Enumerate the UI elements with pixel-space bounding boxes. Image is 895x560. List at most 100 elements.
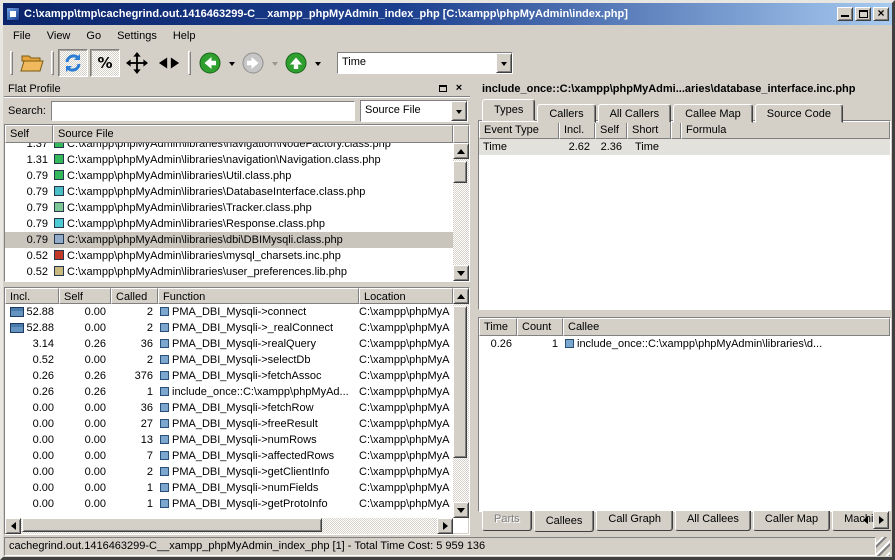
function-row[interactable]: 0.00 0.00 27 PMA_DBI_Mysqli->freeResult … xyxy=(5,416,453,432)
close-button[interactable]: × xyxy=(873,7,889,21)
function-row[interactable]: 52.88 0.00 2 PMA_DBI_Mysqli->connect C:\… xyxy=(5,304,453,320)
function-row[interactable]: 0.00 0.00 36 PMA_DBI_Mysqli->fetchRow C:… xyxy=(5,400,453,416)
scroll-down-button[interactable] xyxy=(453,265,469,281)
file-list-row[interactable]: 1.31 C:\xampp\phpMyAdmin\libraries\navig… xyxy=(5,152,453,168)
dock-float-button[interactable] xyxy=(436,82,450,95)
up-button[interactable] xyxy=(281,49,311,77)
vertical-splitter[interactable] xyxy=(471,79,478,535)
toolbar-handle[interactable] xyxy=(51,51,54,75)
column-header-short[interactable]: Short xyxy=(627,121,671,139)
column-header-formula[interactable]: Formula xyxy=(681,121,890,139)
scroll-left-button[interactable] xyxy=(5,518,21,534)
tab[interactable]: All Callees xyxy=(675,511,751,531)
menu-item[interactable]: Help xyxy=(165,27,204,45)
function-table-hscrollbar[interactable] xyxy=(5,518,453,534)
scrollbar-thumb[interactable] xyxy=(22,518,322,532)
column-header-callee[interactable]: Callee xyxy=(563,318,890,336)
file-list-row[interactable]: 0.79 C:\xampp\phpMyAdmin\libraries\Datab… xyxy=(5,184,453,200)
scrollbar-thumb[interactable] xyxy=(453,161,467,183)
file-list-row[interactable]: 1.37 C:\xampp\phpMyAdmin\libraries\navig… xyxy=(5,143,453,152)
event-type-dropdown-button[interactable] xyxy=(496,53,512,73)
tab[interactable]: All Callers xyxy=(598,104,672,123)
tab[interactable]: Call Graph xyxy=(596,511,673,531)
scroll-down-button[interactable] xyxy=(453,502,469,518)
tab[interactable]: Callers xyxy=(537,104,595,123)
dock-title: Flat Profile xyxy=(8,83,434,95)
function-row[interactable]: 0.00 0.00 1 PMA_DBI_Mysqli->numFields C:… xyxy=(5,480,453,496)
tab[interactable]: Caller Map xyxy=(753,511,830,531)
resize-grip[interactable] xyxy=(876,537,890,556)
column-header-self[interactable]: Self xyxy=(595,121,627,139)
function-row[interactable]: 0.00 0.00 1 PMA_DBI_Mysqli->getProtoInfo… xyxy=(5,496,453,512)
file-list-row[interactable]: 0.79 C:\xampp\phpMyAdmin\libraries\Util.… xyxy=(5,168,453,184)
tab[interactable]: Types xyxy=(482,99,535,121)
minimize-button[interactable] xyxy=(837,7,853,21)
expand-areas-button[interactable] xyxy=(122,49,152,77)
column-header-location[interactable]: Location xyxy=(359,288,453,304)
file-list-row[interactable]: 0.79 C:\xampp\phpMyAdmin\libraries\dbi\D… xyxy=(5,232,453,248)
scrollbar-thumb[interactable] xyxy=(453,306,467,458)
scroll-right-button[interactable] xyxy=(437,518,453,534)
tab[interactable]: Parts xyxy=(482,511,532,531)
function-table-vscrollbar[interactable] xyxy=(453,288,469,518)
maximize-icon xyxy=(859,10,868,18)
tab[interactable]: Source Code xyxy=(755,104,843,123)
column-header-incl[interactable]: Incl. xyxy=(559,121,595,139)
search-input[interactable] xyxy=(52,102,354,120)
cycle-detail-button[interactable] xyxy=(154,49,184,77)
back-button[interactable] xyxy=(195,49,225,77)
event-type-row[interactable]: Time 2.62 2.36 Time xyxy=(479,139,890,155)
function-row[interactable]: 0.26 0.26 1 include_once::C:\xampp\phpMy… xyxy=(5,384,453,400)
file-list-vscrollbar[interactable] xyxy=(453,143,469,281)
cell-self: 0.00 xyxy=(59,354,111,366)
menu-item[interactable]: File xyxy=(5,27,39,45)
column-header-time[interactable]: Time xyxy=(479,318,517,336)
column-header-function[interactable]: Function xyxy=(158,288,359,304)
menu-item[interactable]: View xyxy=(39,27,79,45)
file-list-row[interactable]: 0.79 C:\xampp\phpMyAdmin\libraries\Respo… xyxy=(5,216,453,232)
function-row[interactable]: 52.88 0.00 2 PMA_DBI_Mysqli->_realConnec… xyxy=(5,320,453,336)
function-icon xyxy=(160,467,169,476)
tabs-scroll-left-button[interactable] xyxy=(857,511,873,529)
column-header-self[interactable]: Self xyxy=(5,125,53,143)
group-by-selector[interactable]: Source File xyxy=(360,100,468,122)
percent-toggle-button[interactable]: % xyxy=(90,49,120,77)
forward-button xyxy=(238,49,268,77)
scroll-up-button[interactable] xyxy=(453,143,469,159)
toolbar-handle[interactable] xyxy=(188,51,191,75)
function-row[interactable]: 0.26 0.26 376 PMA_DBI_Mysqli->fetchAssoc… xyxy=(5,368,453,384)
column-header-called[interactable]: Called xyxy=(111,288,158,304)
maximize-button[interactable] xyxy=(855,7,871,21)
tabs-scroll-right-button[interactable] xyxy=(873,511,889,529)
group-by-dropdown-button[interactable] xyxy=(451,101,467,121)
tab[interactable]: Callee Map xyxy=(673,104,753,123)
function-row[interactable]: 0.00 0.00 7 PMA_DBI_Mysqli->affectedRows… xyxy=(5,448,453,464)
up-dropdown[interactable] xyxy=(312,49,323,77)
function-row[interactable]: 0.52 0.00 2 PMA_DBI_Mysqli->selectDb C:\… xyxy=(5,352,453,368)
float-icon xyxy=(439,85,447,92)
column-header-count[interactable]: Count xyxy=(517,318,563,336)
menu-item[interactable]: Settings xyxy=(109,27,165,45)
file-list-row[interactable]: 0.52 C:\xampp\phpMyAdmin\libraries\mysql… xyxy=(5,248,453,264)
function-row[interactable]: 3.14 0.26 36 PMA_DBI_Mysqli->realQuery C… xyxy=(5,336,453,352)
reload-button[interactable] xyxy=(58,49,88,77)
scroll-up-button[interactable] xyxy=(453,288,469,304)
function-row[interactable]: 0.00 0.00 13 PMA_DBI_Mysqli->numRows C:\… xyxy=(5,432,453,448)
file-list-row[interactable]: 0.52 C:\xampp\phpMyAdmin\libraries\user_… xyxy=(5,264,453,280)
open-file-button[interactable] xyxy=(17,49,47,77)
function-row[interactable]: 0.00 0.00 2 PMA_DBI_Mysqli->getClientInf… xyxy=(5,464,453,480)
column-header-event-type[interactable]: Event Type xyxy=(479,121,559,139)
back-dropdown[interactable] xyxy=(226,49,237,77)
file-list-row[interactable]: 0.79 C:\xampp\phpMyAdmin\libraries\Track… xyxy=(5,200,453,216)
column-header-source-file[interactable]: Source File xyxy=(53,125,453,143)
menu-item[interactable]: Go xyxy=(78,27,109,45)
column-header-self[interactable]: Self xyxy=(59,288,111,304)
cell-self: 0.00 xyxy=(59,450,111,462)
event-type-selector[interactable]: Time xyxy=(337,52,513,74)
callee-row[interactable]: 0.26 1 include_once::C:\xampp\phpMyAdmin… xyxy=(479,336,890,352)
tab[interactable]: Callees xyxy=(534,511,595,532)
column-header-incl[interactable]: Incl. xyxy=(5,288,59,304)
dock-close-button[interactable]: × xyxy=(452,82,466,95)
cell-called: 2 xyxy=(111,322,158,334)
toolbar-handle[interactable] xyxy=(10,51,13,75)
